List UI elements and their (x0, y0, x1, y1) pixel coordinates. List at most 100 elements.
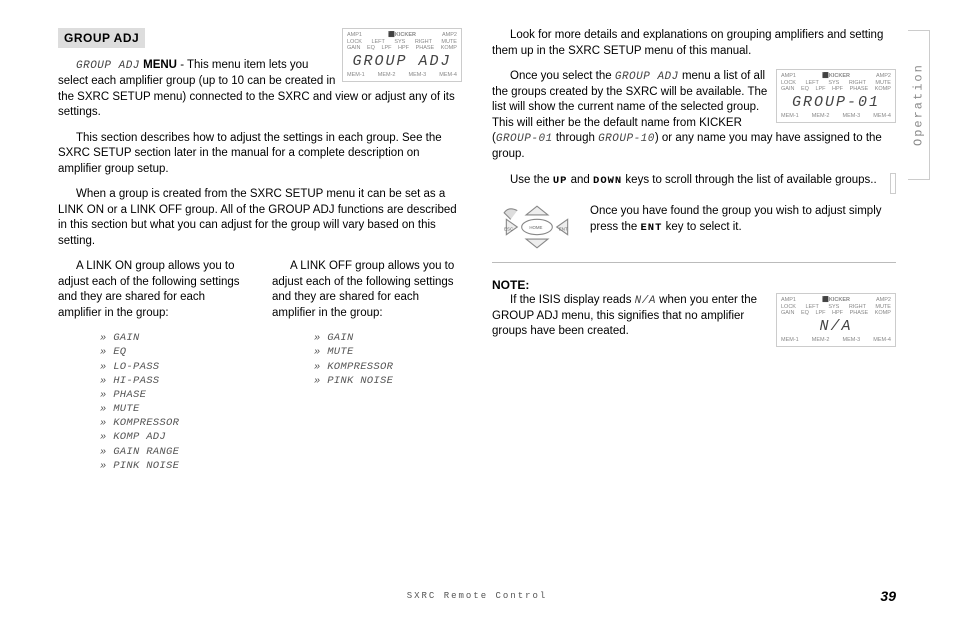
lcd-left: LEFT (805, 80, 818, 87)
dual-lists: A LINK ON group allows you to adjust eac… (58, 259, 462, 473)
lcd-mem: MEM-3 (843, 337, 861, 344)
paragraph: Look for more details and explanations o… (492, 28, 896, 59)
list-item: MUTE (100, 402, 248, 416)
stylized-text: GROUP-10 (598, 133, 655, 145)
bold-menu: MENU (143, 59, 177, 71)
left-column: GROUP ADJ AMP1 ⬛KICKER AMP2 LOCK LEFT SY… (58, 28, 462, 538)
lcd-mem3: MEM-3 (409, 72, 427, 79)
svg-text:HOME: HOME (529, 225, 542, 230)
key-up: UP (553, 175, 568, 187)
lcd-amp1: AMP1 (347, 32, 362, 39)
lcd-l: HPF (832, 86, 843, 93)
lcd-l: LPF (815, 86, 825, 93)
lcd-l: AMP1 (781, 297, 796, 304)
text: Use the (510, 174, 553, 186)
lcd-panel-group-adj: AMP1 ⬛KICKER AMP2 LOCK LEFT SYS RIGHT MU… (342, 28, 462, 82)
lcd-l: LEFT (805, 304, 818, 311)
list-item: PINK NOISE (100, 459, 248, 473)
lcd-l: SYS (828, 304, 839, 311)
lcd-lock: LOCK (347, 39, 362, 46)
lcd-mem: MEM-3 (843, 113, 861, 120)
text: keys to scroll through the list of avail… (622, 174, 876, 186)
lcd-l: AMP2 (876, 297, 891, 304)
paragraph: When a group is created from the SXRC SE… (58, 187, 462, 249)
right-column: Look for more details and explanations o… (492, 28, 896, 538)
list-item: PINK NOISE (314, 374, 462, 388)
paragraph: Use the UP and DOWN keys to scroll throu… (492, 173, 896, 189)
side-tab: Operation (908, 30, 930, 180)
list-item: EQ (100, 345, 248, 359)
lcd-l: KOMP (875, 310, 891, 317)
text: If the ISIS display reads (510, 294, 635, 306)
link-on-intro: A LINK ON group allows you to adjust eac… (58, 259, 248, 321)
link-off-intro: A LINK OFF group allows you to adjust ea… (272, 259, 462, 321)
list-item: GAIN (314, 331, 462, 345)
lcd-komp: KOMP (441, 45, 457, 52)
list-item: KOMPRESSOR (100, 416, 248, 430)
lcd-mem: MEM-2 (812, 113, 830, 120)
lcd-main-text: N/A (819, 318, 852, 335)
key-down: DOWN (593, 175, 622, 187)
lcd-mem4: MEM-4 (439, 72, 457, 79)
lcd-mem: MEM-2 (812, 337, 830, 344)
lcd-brand: ⬛KICKER (822, 73, 850, 80)
lcd-right: RIGHT (415, 39, 432, 46)
text: key to select it. (662, 221, 741, 233)
list-item: KOMP ADJ (100, 430, 248, 444)
lcd-amp2: AMP2 (876, 73, 891, 80)
divider (492, 262, 896, 263)
svg-text:ESC: ESC (504, 227, 513, 232)
lcd-l: GAIN (781, 86, 794, 93)
lcd-mem2: MEM-2 (378, 72, 396, 79)
list-item: GAIN (100, 331, 248, 345)
lcd-mem: MEM-1 (781, 337, 799, 344)
lcd-l: KOMP (875, 86, 891, 93)
lcd-main-text: GROUP ADJ (352, 53, 451, 70)
lcd-amp1: AMP1 (781, 73, 796, 80)
link-off-list: GAIN MUTE KOMPRESSOR PINK NOISE (272, 331, 462, 388)
lcd-mute: MUTE (875, 80, 891, 87)
list-item: HI-PASS (100, 374, 248, 388)
list-item: KOMPRESSOR (314, 360, 462, 374)
keypad-illustration-hand: ESC HOME ENT (890, 173, 896, 195)
section-heading: GROUP ADJ (58, 28, 145, 48)
lcd-mem: MEM-4 (873, 113, 891, 120)
lcd-left: LEFT (371, 39, 384, 46)
lcd-sys: SYS (394, 39, 405, 46)
text: and (567, 174, 593, 186)
key-ent: ENT (641, 222, 663, 234)
lcd-l: LOCK (781, 304, 796, 311)
page-number: 39 (880, 587, 896, 606)
lcd-right: RIGHT (849, 80, 866, 87)
text: through (553, 132, 598, 144)
list-item: PHASE (100, 388, 248, 402)
paragraph: This section describes how to adjust the… (58, 131, 462, 178)
lcd-l: PHASE (850, 86, 869, 93)
lcd-lpf: LPF (381, 45, 391, 52)
lcd-mem: MEM-1 (781, 113, 799, 120)
keypad-illustration: ESC HOME ENT (492, 204, 582, 256)
svg-text:ENT: ENT (559, 227, 568, 232)
link-off-block: A LINK OFF group allows you to adjust ea… (272, 259, 462, 473)
stylized-menu-name: GROUP ADJ (76, 60, 140, 72)
lcd-l: EQ (801, 310, 809, 317)
stylized-text: N/A (635, 295, 656, 307)
lcd-l: HPF (832, 310, 843, 317)
lcd-lock: LOCK (781, 80, 796, 87)
lcd-mem: MEM-4 (873, 337, 891, 344)
lcd-l: EQ (801, 86, 809, 93)
footer-title: SXRC Remote Control (0, 590, 954, 602)
lcd-l: LPF (815, 310, 825, 317)
lcd-panel-na: AMP1 ⬛KICKER AMP2 LOCK LEFT SYS RIGHT MU… (776, 293, 896, 347)
lcd-gain: GAIN (347, 45, 360, 52)
two-column-layout: GROUP ADJ AMP1 ⬛KICKER AMP2 LOCK LEFT SY… (58, 28, 896, 538)
lcd-mute: MUTE (441, 39, 457, 46)
lcd-brand: ⬛KICKER (822, 297, 850, 304)
lcd-brand: ⬛KICKER (388, 32, 416, 39)
stylized-text: GROUP-01 (496, 133, 553, 145)
stylized-text: GROUP ADJ (615, 71, 679, 83)
lcd-main-text: GROUP-01 (792, 94, 880, 111)
list-item: LO-PASS (100, 360, 248, 374)
lcd-l: PHASE (850, 310, 869, 317)
lcd-amp2: AMP2 (442, 32, 457, 39)
